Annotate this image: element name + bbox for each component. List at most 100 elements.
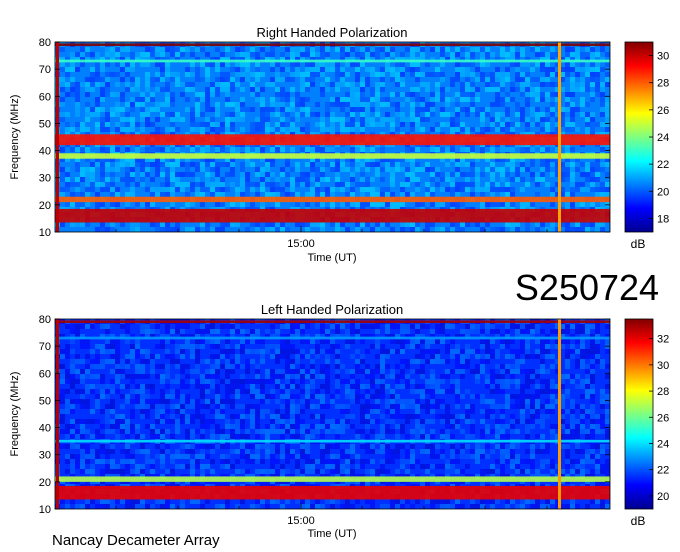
lhp-noise-cell bbox=[330, 454, 335, 459]
lhp-noise-cell bbox=[125, 364, 130, 369]
lhp-noise-cell bbox=[405, 434, 410, 439]
lhp-noise-cell bbox=[115, 364, 120, 369]
lhp-noise-cell bbox=[435, 499, 440, 504]
lhp-noise-cell bbox=[485, 379, 490, 384]
rhp-noise-cell bbox=[515, 87, 520, 92]
rhp-noise-cell bbox=[465, 147, 470, 152]
lhp-noise-cell bbox=[330, 324, 335, 329]
rhp-noise-cell bbox=[355, 87, 360, 92]
rhp-noise-cell bbox=[80, 82, 85, 87]
lhp-noise-cell bbox=[140, 464, 145, 469]
lhp-noise-cell bbox=[280, 394, 285, 399]
rhp-noise-cell bbox=[180, 117, 185, 122]
lhp-noise-cell bbox=[65, 429, 70, 434]
rhp-noise-cell bbox=[225, 82, 230, 87]
lhp-noise-cell bbox=[325, 339, 330, 344]
lhp-noise-cell bbox=[140, 364, 145, 369]
rhp-noise-cell bbox=[545, 97, 550, 102]
rhp-noise-cell bbox=[400, 222, 405, 227]
rhp-noise-cell bbox=[580, 82, 585, 87]
lhp-noise-cell bbox=[120, 449, 125, 454]
lhp-noise-cell bbox=[75, 379, 80, 384]
lhp-noise-cell bbox=[470, 329, 475, 334]
rhp-noise-cell bbox=[365, 177, 370, 182]
rhp-noise-cell bbox=[515, 172, 520, 177]
lhp-noise-cell bbox=[165, 374, 170, 379]
rhp-noise-cell bbox=[405, 222, 410, 227]
lhp-noise-cell bbox=[385, 364, 390, 369]
rhp-noise-cell bbox=[65, 127, 70, 132]
rhp-noise-cell bbox=[440, 177, 445, 182]
lhp-noise-cell bbox=[210, 344, 215, 349]
rhp-noise-cell bbox=[195, 177, 200, 182]
lhp-noise-cell bbox=[400, 359, 405, 364]
rhp-noise-cell bbox=[415, 177, 420, 182]
rhp-band-4 bbox=[55, 43, 610, 47]
lhp-noise-cell bbox=[265, 449, 270, 454]
rhp-noise-cell bbox=[370, 147, 375, 152]
lhp-noise-cell bbox=[400, 399, 405, 404]
lhp-noise-cell bbox=[280, 404, 285, 409]
rhp-noise-cell bbox=[495, 87, 500, 92]
lhp-noise-cell bbox=[230, 369, 235, 374]
lhp-noise-cell bbox=[390, 419, 395, 424]
rhp-noise-cell bbox=[185, 167, 190, 172]
rhp-noise-cell bbox=[65, 82, 70, 87]
lhp-noise-cell bbox=[175, 349, 180, 354]
rhp-noise-cell bbox=[435, 67, 440, 72]
rhp-noise-cell bbox=[305, 77, 310, 82]
rhp-noise-cell bbox=[370, 97, 375, 102]
rhp-noise-cell bbox=[435, 72, 440, 77]
rhp-noise-cell bbox=[115, 187, 120, 192]
rhp-noise-cell bbox=[430, 72, 435, 77]
rhp-noise-cell bbox=[320, 127, 325, 132]
lhp-noise-cell bbox=[515, 384, 520, 389]
lhp-noise-cell bbox=[205, 339, 210, 344]
rhp-noise-cell bbox=[220, 182, 225, 187]
rhp-noise-cell bbox=[250, 72, 255, 77]
lhp-noise-cell bbox=[215, 414, 220, 419]
rhp-noise-cell bbox=[370, 227, 375, 232]
lhp-noise-cell bbox=[270, 324, 275, 329]
rhp-noise-cell bbox=[400, 187, 405, 192]
lhp-noise-cell bbox=[255, 454, 260, 459]
rhp-noise-cell bbox=[400, 62, 405, 67]
lhp-noise-cell bbox=[175, 364, 180, 369]
rhp-noise-cell bbox=[220, 52, 225, 57]
rhp-noise-cell bbox=[430, 167, 435, 172]
rhp-noise-cell bbox=[255, 67, 260, 72]
lhp-noise-cell bbox=[395, 454, 400, 459]
lhp-noise-cell bbox=[470, 349, 475, 354]
lhp-noise-cell bbox=[110, 359, 115, 364]
lhp-noise-cell bbox=[395, 449, 400, 454]
rhp-noise-cell bbox=[470, 62, 475, 67]
lhp-noise-cell bbox=[385, 384, 390, 389]
rhp-noise-cell bbox=[370, 47, 375, 52]
lhp-noise-cell bbox=[245, 339, 250, 344]
lhp-noise-cell bbox=[175, 409, 180, 414]
rhp-noise-cell bbox=[335, 82, 340, 87]
lhp-noise-cell bbox=[520, 344, 525, 349]
rhp-noise-cell bbox=[380, 47, 385, 52]
rhp-noise-cell bbox=[90, 77, 95, 82]
rhp-noise-cell bbox=[260, 122, 265, 127]
rhp-noise-cell bbox=[585, 67, 590, 72]
rhp-noise-cell bbox=[470, 192, 475, 197]
rhp-noise-cell bbox=[520, 52, 525, 57]
rhp-noise-cell bbox=[475, 107, 480, 112]
rhp-noise-cell bbox=[225, 92, 230, 97]
lhp-noise-cell bbox=[450, 324, 455, 329]
rhp-noise-cell bbox=[575, 182, 580, 187]
rhp-noise-cell bbox=[545, 182, 550, 187]
lhp-noise-cell bbox=[340, 379, 345, 384]
rhp-noise-cell bbox=[515, 122, 520, 127]
rhp-noise-cell bbox=[270, 187, 275, 192]
rhp-noise-cell bbox=[440, 72, 445, 77]
lhp-noise-cell bbox=[225, 394, 230, 399]
lhp-noise-cell bbox=[305, 464, 310, 469]
lhp-noise-cell bbox=[370, 374, 375, 379]
lhp-noise-cell bbox=[460, 364, 465, 369]
rhp-noise-cell bbox=[335, 67, 340, 72]
rhp-noise-cell bbox=[130, 77, 135, 82]
rhp-noise-cell bbox=[330, 112, 335, 117]
